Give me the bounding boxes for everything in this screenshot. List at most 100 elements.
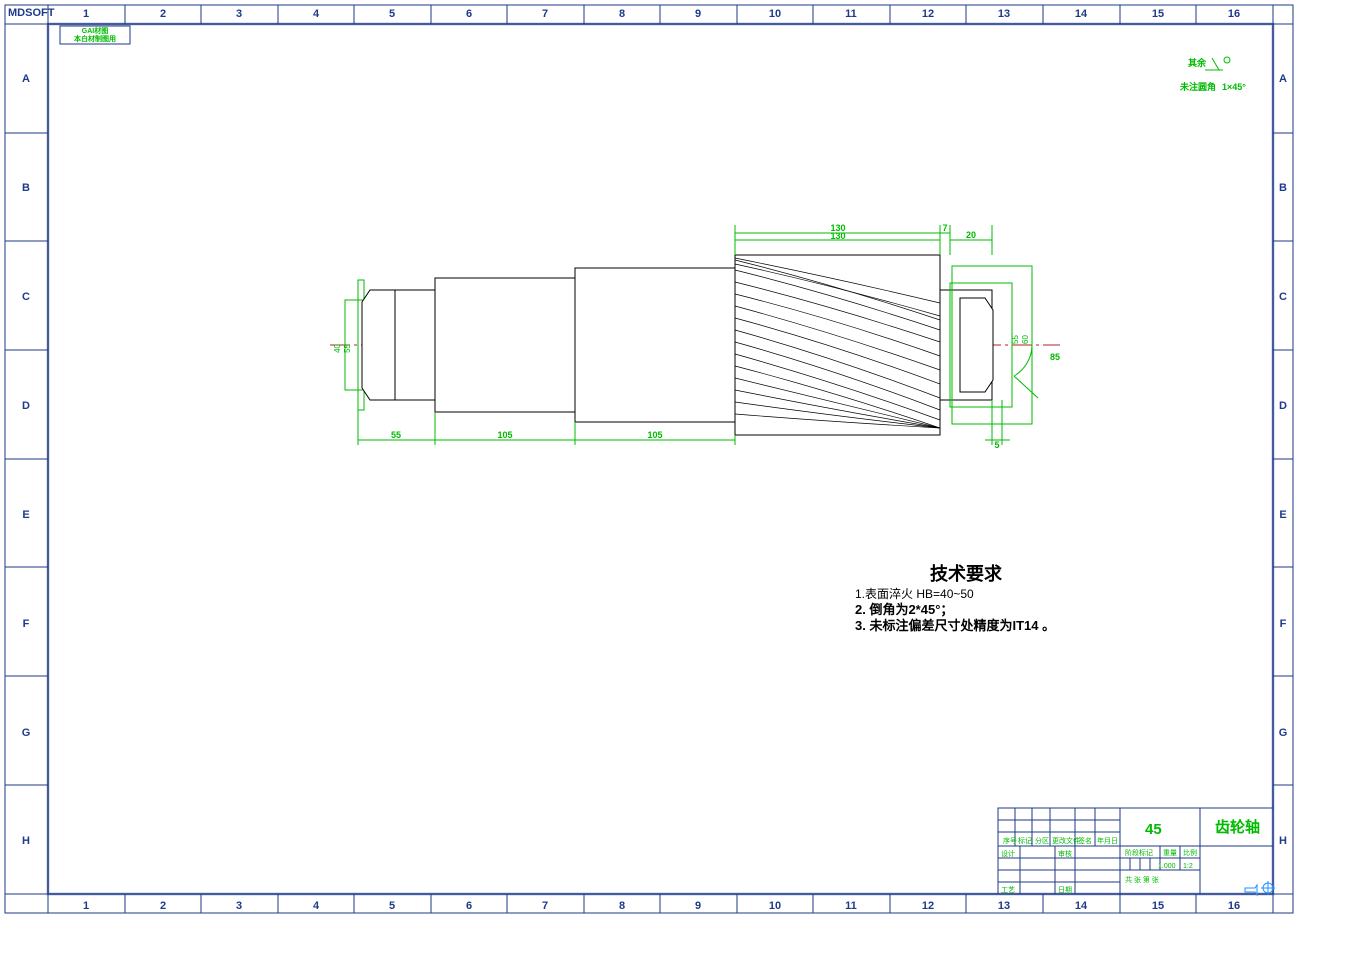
tech-requirements: 技术要求 1.表面淬火 HB=40~50 2. 倒角为2*45°； 3. 未标注… — [855, 563, 1055, 633]
svg-text:8: 8 — [619, 8, 625, 20]
svg-text:设计: 设计 — [1001, 849, 1015, 858]
svg-text:3: 3 — [236, 8, 242, 20]
svg-text:14: 14 — [1075, 900, 1088, 912]
svg-text:130: 130 — [830, 231, 845, 241]
svg-text:E: E — [1279, 509, 1286, 521]
row-ticks — [5, 24, 1293, 894]
svg-text:未注圆角: 未注圆角 — [1179, 81, 1216, 92]
svg-text:H: H — [22, 835, 30, 847]
inner-border-heavy — [48, 24, 1273, 894]
svg-text:齿轮轴: 齿轮轴 — [1215, 818, 1260, 836]
svg-text:阶段标记: 阶段标记 — [1125, 848, 1153, 857]
app-label: MDSOFT — [8, 7, 55, 19]
svg-text:F: F — [1280, 618, 1287, 630]
svg-text:本白材制图用: 本白材制图用 — [73, 34, 116, 43]
svg-text:3. 未标注偏差尺寸处精度为IT14 。: 3. 未标注偏差尺寸处精度为IT14 。 — [855, 618, 1055, 633]
inner-border — [48, 24, 1273, 894]
svg-text:其余: 其余 — [1188, 57, 1207, 68]
svg-text:4: 4 — [313, 900, 320, 912]
svg-text:10: 10 — [769, 900, 781, 912]
svg-text:B: B — [1279, 182, 1287, 194]
svg-text:10: 10 — [769, 8, 781, 20]
svg-text:B: B — [22, 182, 30, 194]
svg-text:GAI材图: GAI材图 — [82, 26, 108, 35]
svg-text:共 张 第 张: 共 张 第 张 — [1125, 875, 1159, 884]
svg-text:45: 45 — [1145, 821, 1162, 838]
svg-text:1.表面淬火 HB=40~50: 1.表面淬火 HB=40~50 — [855, 586, 974, 601]
svg-text:审核: 审核 — [1058, 849, 1072, 858]
svg-text:7: 7 — [942, 223, 947, 233]
svg-text:9: 9 — [695, 900, 701, 912]
svg-text:5: 5 — [389, 8, 395, 20]
svg-text:分区: 分区 — [1035, 836, 1049, 845]
svg-text:A: A — [1279, 73, 1287, 85]
svg-text:1:2: 1:2 — [1183, 863, 1193, 870]
svg-text:40: 40 — [333, 343, 342, 352]
svg-text:7: 7 — [542, 900, 548, 912]
svg-text:55: 55 — [343, 343, 352, 352]
outer-border — [5, 5, 1293, 913]
svg-text:签名: 签名 — [1078, 836, 1092, 845]
svg-text:15: 15 — [1152, 8, 1164, 20]
svg-text:G: G — [22, 727, 31, 739]
svg-text:105: 105 — [497, 430, 512, 440]
svg-text:E: E — [22, 509, 29, 521]
svg-text:序号: 序号 — [1003, 836, 1017, 845]
col-ticks — [48, 5, 1273, 913]
svg-text:2: 2 — [160, 8, 166, 20]
shaft-drawing: 130 130 7 20 55 105 105 5 85 40 55 55 60 — [330, 223, 1060, 450]
corner-note: GAI材图 本白材制图用 — [60, 26, 130, 44]
svg-text:重量: 重量 — [1163, 849, 1177, 857]
svg-text:标记: 标记 — [1018, 836, 1032, 845]
svg-text:2. 倒角为2*45°；: 2. 倒角为2*45°； — [855, 602, 953, 618]
svg-text:13: 13 — [998, 8, 1010, 20]
svg-text:20: 20 — [966, 230, 976, 240]
svg-text:6: 6 — [466, 8, 472, 20]
svg-text:55: 55 — [391, 430, 401, 440]
svg-text:6: 6 — [466, 900, 472, 912]
svg-text:技术要求: 技术要求 — [930, 563, 1003, 584]
svg-text:1×45°: 1×45° — [1222, 82, 1246, 92]
svg-text:比例: 比例 — [1183, 848, 1197, 857]
svg-text:5: 5 — [994, 440, 999, 450]
svg-text:1: 1 — [83, 8, 89, 20]
svg-text:年月日: 年月日 — [1097, 836, 1118, 845]
title-block: 45 齿轮轴 序号 标记 分区 更改文件 签名 年月日 设计 审核 工艺 日期 … — [998, 808, 1273, 894]
svg-text:55: 55 — [1011, 335, 1020, 344]
svg-text:G: G — [1279, 727, 1288, 739]
svg-text:日期: 日期 — [1058, 886, 1072, 894]
svg-text:1.000: 1.000 — [1158, 863, 1176, 870]
svg-text:A: A — [22, 73, 30, 85]
svg-text:D: D — [22, 400, 30, 412]
svg-text:105: 105 — [647, 430, 662, 440]
svg-text:15: 15 — [1152, 900, 1164, 912]
svg-text:工艺: 工艺 — [1001, 886, 1015, 894]
svg-text:H: H — [1279, 835, 1287, 847]
svg-text:16: 16 — [1228, 900, 1240, 912]
svg-text:F: F — [23, 618, 30, 630]
svg-text:5: 5 — [389, 900, 395, 912]
svg-text:D: D — [1279, 400, 1287, 412]
svg-text:13: 13 — [998, 900, 1010, 912]
svg-text:C: C — [1279, 291, 1287, 303]
svg-text:16: 16 — [1228, 8, 1240, 20]
row-labels: A B C D E F G H A B C D E F G H — [22, 73, 1288, 847]
svg-text:12: 12 — [922, 900, 934, 912]
svg-text:3: 3 — [236, 900, 242, 912]
svg-text:4: 4 — [313, 8, 320, 20]
svg-text:C: C — [22, 291, 30, 303]
svg-text:1: 1 — [83, 900, 89, 912]
svg-text:9: 9 — [695, 8, 701, 20]
svg-text:更改文件: 更改文件 — [1052, 836, 1080, 845]
svg-text:8: 8 — [619, 900, 625, 912]
col-labels: 1 2 3 4 5 6 7 8 9 10 11 12 13 14 15 16 1… — [83, 8, 1240, 912]
svg-text:2: 2 — [160, 900, 166, 912]
svg-text:7: 7 — [542, 8, 548, 20]
svg-text:14: 14 — [1075, 8, 1088, 20]
svg-text:60: 60 — [1021, 335, 1030, 344]
svg-text:11: 11 — [845, 900, 857, 912]
svg-text:12: 12 — [922, 8, 934, 20]
svg-text:11: 11 — [845, 8, 857, 20]
sheet-annotation: 其余 未注圆角 1×45° — [1179, 57, 1246, 92]
svg-text:85: 85 — [1050, 352, 1060, 362]
